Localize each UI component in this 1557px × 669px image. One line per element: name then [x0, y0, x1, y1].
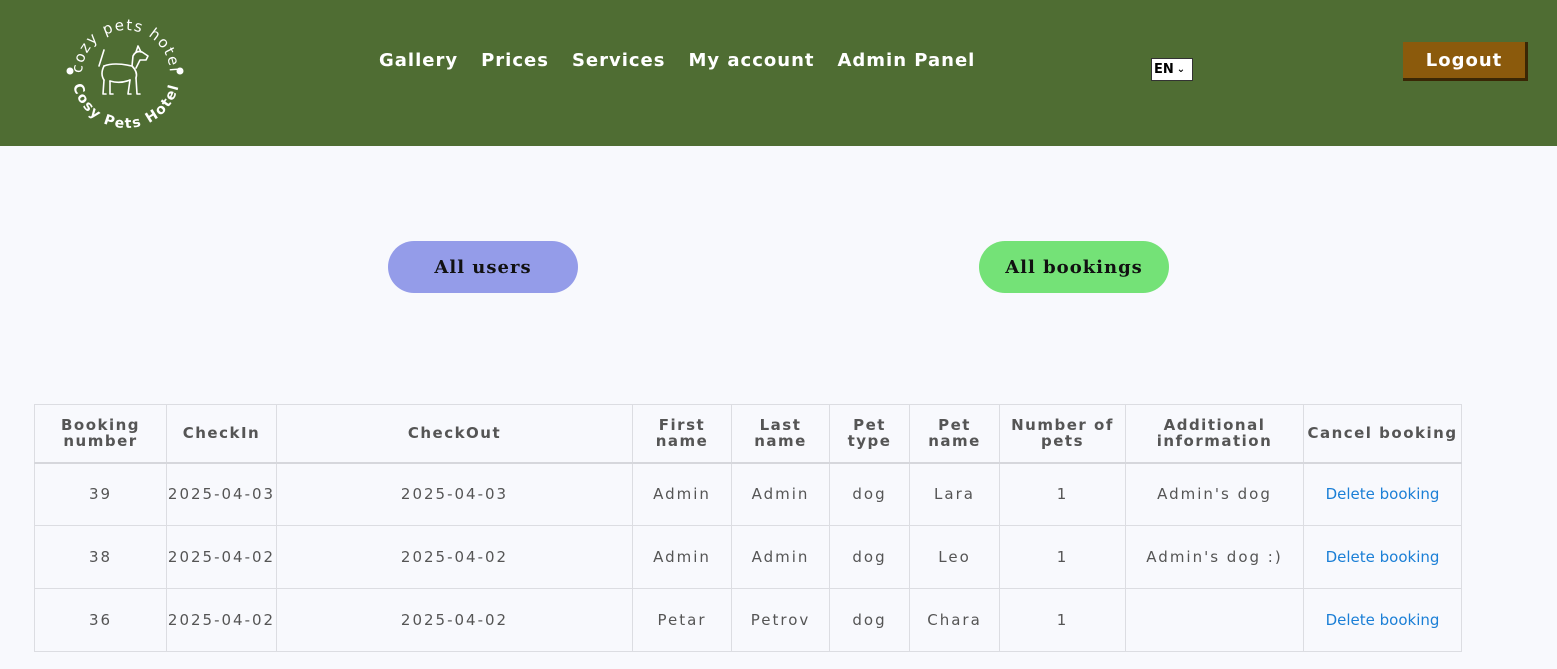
dog-icon [98, 45, 149, 95]
logo-bottom-text: Cosy Pets Hotel [69, 82, 181, 133]
table-header-row: Booking number CheckIn CheckOut First na… [34, 404, 1462, 464]
additional-info-cell: Admin's dog [1125, 462, 1304, 526]
number-of-pets-cell: 1 [999, 525, 1126, 589]
nav-services[interactable]: Services [572, 50, 666, 71]
all-users-button[interactable]: All users [388, 241, 578, 293]
first-name-cell: Admin [632, 525, 732, 589]
checkout-cell: 2025-04-03 [276, 462, 633, 526]
bookings-table: Booking number CheckIn CheckOut First na… [34, 404, 1462, 652]
header-pet-name: Pet name [909, 404, 1000, 464]
cancel-booking-cell: Delete booking [1303, 588, 1462, 652]
nav-gallery[interactable]: Gallery [379, 50, 458, 71]
table-row: 38 2025-04-02 2025-04-02 Admin Admin dog… [34, 525, 1462, 589]
header-checkin: CheckIn [166, 404, 277, 464]
language-value: EN [1154, 62, 1174, 77]
last-name-cell: Petrov [731, 588, 830, 652]
all-bookings-button[interactable]: All bookings [979, 241, 1169, 293]
first-name-cell: Petar [632, 588, 732, 652]
pet-name-cell: Leo [909, 525, 1000, 589]
first-name-cell: Admin [632, 462, 732, 526]
pet-name-cell: Chara [909, 588, 1000, 652]
header-number-of-pets: Number of pets [999, 404, 1126, 464]
table-row: 39 2025-04-03 2025-04-03 Admin Admin dog… [34, 462, 1462, 526]
last-name-cell: Admin [731, 462, 830, 526]
booking-number-cell: 39 [34, 462, 167, 526]
pet-name-cell: Lara [909, 462, 1000, 526]
header-cancel-booking: Cancel booking [1303, 404, 1462, 464]
site-header: cozy pets hotel Cosy Pets Hotel Gallery … [0, 0, 1557, 146]
svg-text:Cosy Pets Hotel: Cosy Pets Hotel [69, 82, 183, 133]
cancel-booking-cell: Delete booking [1303, 525, 1462, 589]
checkout-cell: 2025-04-02 [276, 525, 633, 589]
header-additional-information: Additional information [1125, 404, 1304, 464]
booking-number-cell: 36 [34, 588, 167, 652]
delete-booking-link[interactable]: Delete booking [1326, 548, 1440, 566]
number-of-pets-cell: 1 [999, 462, 1126, 526]
main-nav: Gallery Prices Services My account Admin… [379, 50, 975, 71]
booking-number-cell: 38 [34, 525, 167, 589]
hotel-logo[interactable]: cozy pets hotel Cosy Pets Hotel [60, 8, 192, 140]
checkin-cell: 2025-04-03 [166, 462, 277, 526]
checkin-cell: 2025-04-02 [166, 588, 277, 652]
additional-info-cell: Admin's dog :) [1125, 525, 1304, 589]
header-checkout: CheckOut [276, 404, 633, 464]
delete-booking-link[interactable]: Delete booking [1326, 611, 1440, 629]
last-name-cell: Admin [731, 525, 830, 589]
checkin-cell: 2025-04-02 [166, 525, 277, 589]
nav-prices[interactable]: Prices [481, 50, 549, 71]
pet-type-cell: dog [829, 462, 910, 526]
table-row: 36 2025-04-02 2025-04-02 Petar Petrov do… [34, 588, 1462, 652]
logout-button[interactable]: Logout [1403, 42, 1528, 81]
language-select[interactable]: EN ⌄ [1151, 58, 1193, 81]
delete-booking-link[interactable]: Delete booking [1326, 485, 1440, 503]
pet-type-cell: dog [829, 525, 910, 589]
header-first-name: First name [632, 404, 732, 464]
chevron-down-icon: ⌄ [1176, 64, 1186, 75]
header-last-name: Last name [731, 404, 830, 464]
number-of-pets-cell: 1 [999, 588, 1126, 652]
cancel-booking-cell: Delete booking [1303, 462, 1462, 526]
header-pet-type: Pet type [829, 404, 910, 464]
nav-admin-panel[interactable]: Admin Panel [837, 50, 975, 71]
header-booking-number: Booking number [34, 404, 167, 464]
nav-my-account[interactable]: My account [688, 50, 814, 71]
pet-type-cell: dog [829, 588, 910, 652]
additional-info-cell [1125, 588, 1304, 652]
checkout-cell: 2025-04-02 [276, 588, 633, 652]
